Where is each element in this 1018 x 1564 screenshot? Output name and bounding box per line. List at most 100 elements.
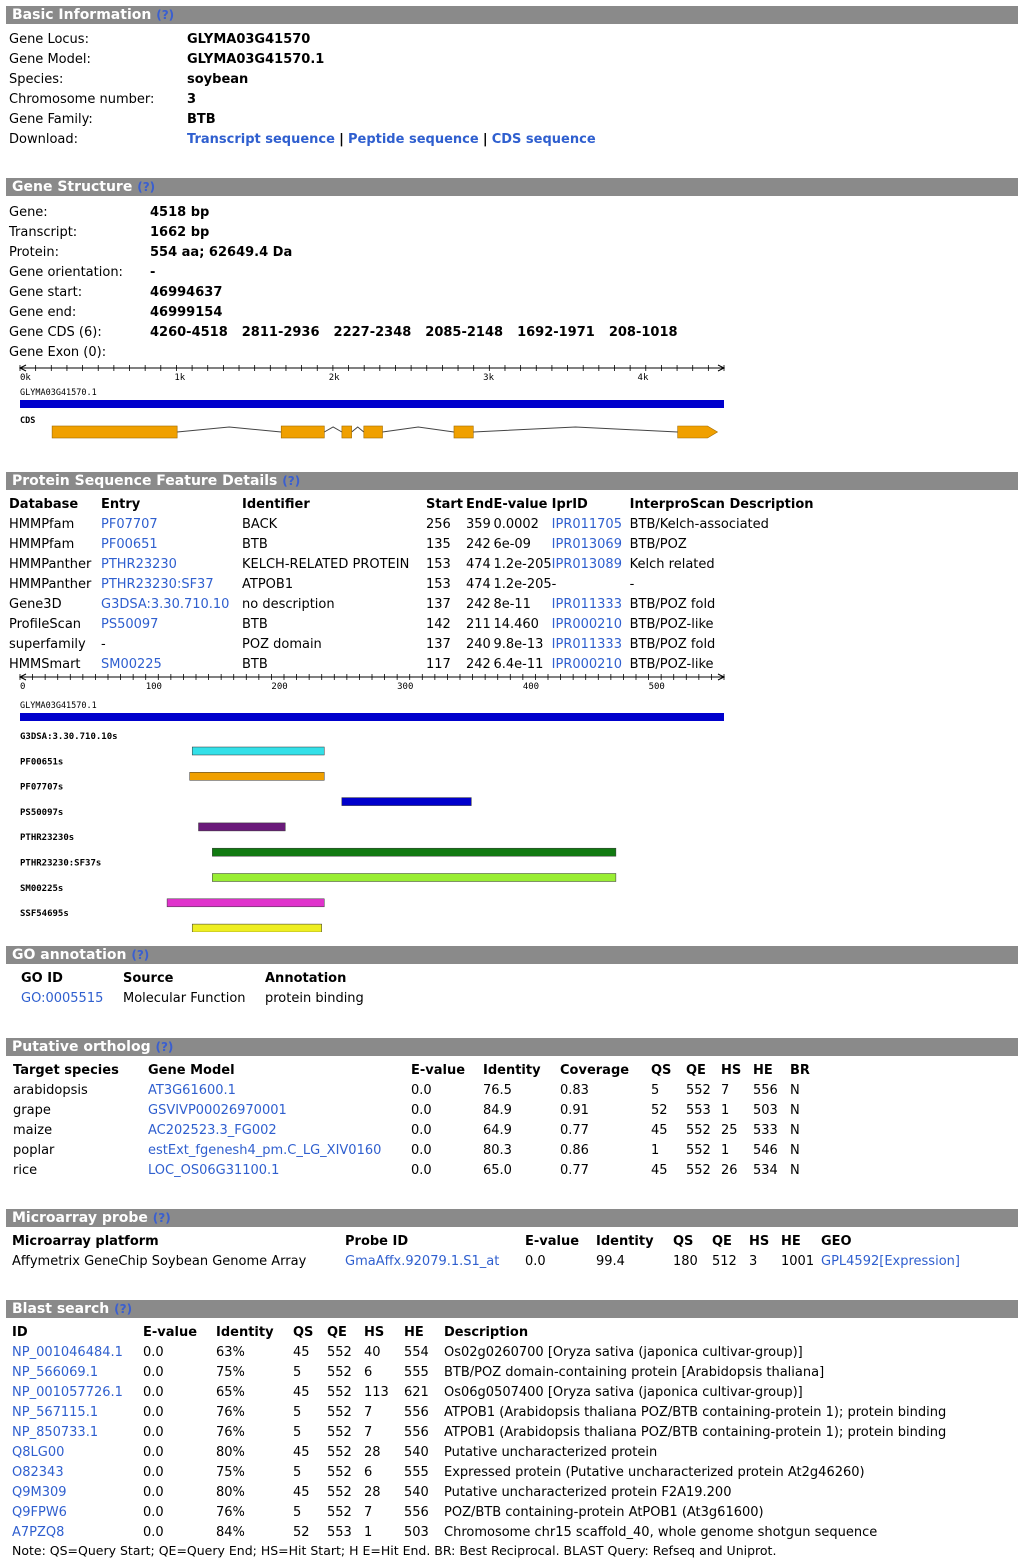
table-header-row: Target species Gene Model E-value Identity C… [13,1061,810,1081]
table-link[interactable]: AC202523.3_FG002 [148,1123,277,1138]
help-link[interactable]: (?) [114,1302,132,1316]
table-row: NP_850733.1 0.0 76% 5 552 7 556 ATPOB1 (Arabido… [12,1423,984,1443]
table-link[interactable]: IPR013069 [552,537,622,552]
cell-text: Chromosome chr15 scaffold_40, whole geno… [444,1525,878,1540]
table-link[interactable]: IPR000210 [552,617,622,632]
table-cell: 180 [673,1252,712,1272]
table-link[interactable]: NP_567115.1 [12,1405,98,1420]
cell-text: 80% [216,1485,245,1500]
table-link[interactable]: O82343 [12,1465,64,1480]
table-cell: 45 [651,1161,686,1181]
table-cell: N [790,1101,810,1121]
table-link[interactable]: Q9M309 [12,1485,67,1500]
cell-text: 256 [426,517,451,532]
table-link[interactable]: NP_001046484.1 [12,1345,123,1360]
cell-text: 556 [404,1425,429,1440]
cds-exon [280,425,325,439]
table-cell: NP_001057726.1 [12,1383,143,1403]
table-link[interactable]: IPR000210 [552,657,622,672]
table-cell: Expressed protein (Putative uncharacteri… [444,1463,984,1483]
column-header: Identity [216,1325,274,1340]
table-link[interactable]: IPR011333 [552,637,622,652]
table-cell: 6e-09 [493,535,551,555]
expression-link[interactable]: [Expression] [879,1254,960,1269]
column-header: Source [123,971,174,986]
cell-text: KELCH-RELATED PROTEIN [242,557,410,572]
table-cell: IPR013089 [552,555,630,575]
table-row: HMMPfam PF00651 BTB 135 242 6e-09 IPR013069 BTB… [9,535,860,555]
help-link[interactable]: (?) [282,474,300,488]
table-link[interactable]: PF00651 [101,537,158,552]
cell-text: 0.0 [411,1123,432,1138]
cds-sequence-link[interactable]: CDS sequence [492,132,596,147]
cell-text: 0.0 [525,1254,546,1269]
table-link[interactable]: IPR013089 [552,557,622,572]
table-cell: 552 [327,1363,364,1383]
column-header: End [466,497,494,512]
cell-text: 0.0 [143,1465,164,1480]
table-link[interactable]: A7PZQ8 [12,1525,64,1540]
cell-text: 117 [426,657,451,672]
info-label: Gene orientation: [9,265,123,280]
cell-text: 25 [721,1123,738,1138]
help-link[interactable]: (?) [156,8,174,22]
table-cell: 0.0002 [493,515,551,535]
table-link[interactable]: PTHR23230:SF37 [101,577,214,592]
table-cell: 474 [466,575,493,595]
table-link[interactable]: SM00225 [101,657,162,672]
cell-text: HMMPfam [9,517,75,532]
cell-text: 64.9 [483,1123,512,1138]
table-cell: 555 [404,1463,444,1483]
table-link[interactable]: LOC_OS06G31100.1 [148,1163,279,1178]
table-link[interactable]: IPR011705 [552,517,622,532]
table-link[interactable]: Q9FPW6 [12,1505,67,1520]
table-link[interactable]: NP_001057726.1 [12,1385,123,1400]
table-link[interactable]: GmaAffx.92079.1.S1_at [345,1254,499,1269]
help-link[interactable]: (?) [155,1040,173,1054]
cell-text: BTB/POZ domain-containing protein [Arabi… [444,1365,825,1380]
table-cell: 0.86 [560,1141,651,1161]
table-link[interactable]: G3DSA:3.30.710.10 [101,597,229,612]
table-cell: 552 [327,1463,364,1483]
table-link[interactable]: PS50097 [101,617,158,632]
table-cell: IPR011333 [552,595,630,615]
table-link[interactable]: NP_850733.1 [12,1425,98,1440]
cell-text: N [790,1083,800,1098]
table-link[interactable]: GPL4592 [821,1254,879,1269]
cell-text: 137 [426,597,451,612]
basic-info-section: Basic Information (?) Gene Locus: GLYMA03… [6,6,1018,150]
help-link[interactable]: (?) [131,948,149,962]
help-link[interactable]: (?) [137,180,155,194]
table-link[interactable]: IPR011333 [552,597,622,612]
peptide-sequence-link[interactable]: Peptide sequence [348,132,479,147]
table-cell: BTB [242,535,426,555]
table-link[interactable]: PF07707 [101,517,158,532]
table-link[interactable]: NP_566069.1 [12,1365,98,1380]
table-cell: 556 [404,1503,444,1523]
intron [473,426,678,433]
table-row: O82343 0.0 75% 5 552 6 555 Expressed protein (P… [12,1463,984,1483]
table-cell: 553 [327,1523,364,1543]
table-cell: GmaAffx.92079.1.S1_at [345,1252,525,1272]
cds-range: 2811-2936 [241,325,320,340]
table-link[interactable]: AT3G61600.1 [148,1083,236,1098]
table-cell: 552 [686,1141,721,1161]
blast-table: ID E-value Identity QS QE HS HE Description NP_0… [12,1323,984,1543]
table-link[interactable]: PTHR23230 [101,557,177,572]
section-header: Blast search (?) [6,1300,1018,1318]
cell-text: 503 [404,1525,429,1540]
cell-text: - [101,637,106,652]
table-link[interactable]: GO:0005515 [21,991,103,1006]
table-link[interactable]: Q8LG00 [12,1445,64,1460]
table-cell: 512 [712,1252,749,1272]
table-cell: Q9M309 [12,1483,143,1503]
table-link[interactable]: GSVIVP00026970001 [148,1103,287,1118]
table-link[interactable]: estExt_fgenesh4_pm.C_LG_XIV0160 [148,1143,381,1158]
table-row: poplar estExt_fgenesh4_pm.C_LG_XIV0160 0.0… [13,1141,810,1161]
section-header: Putative ortholog (?) [6,1038,1018,1056]
help-link[interactable]: (?) [153,1211,171,1225]
transcript-sequence-link[interactable]: Transcript sequence [187,132,335,147]
cell-text: 552 [327,1345,352,1360]
table-cell: HMMPfam [9,515,101,535]
table-cell: 1.2e-205 [493,555,551,575]
